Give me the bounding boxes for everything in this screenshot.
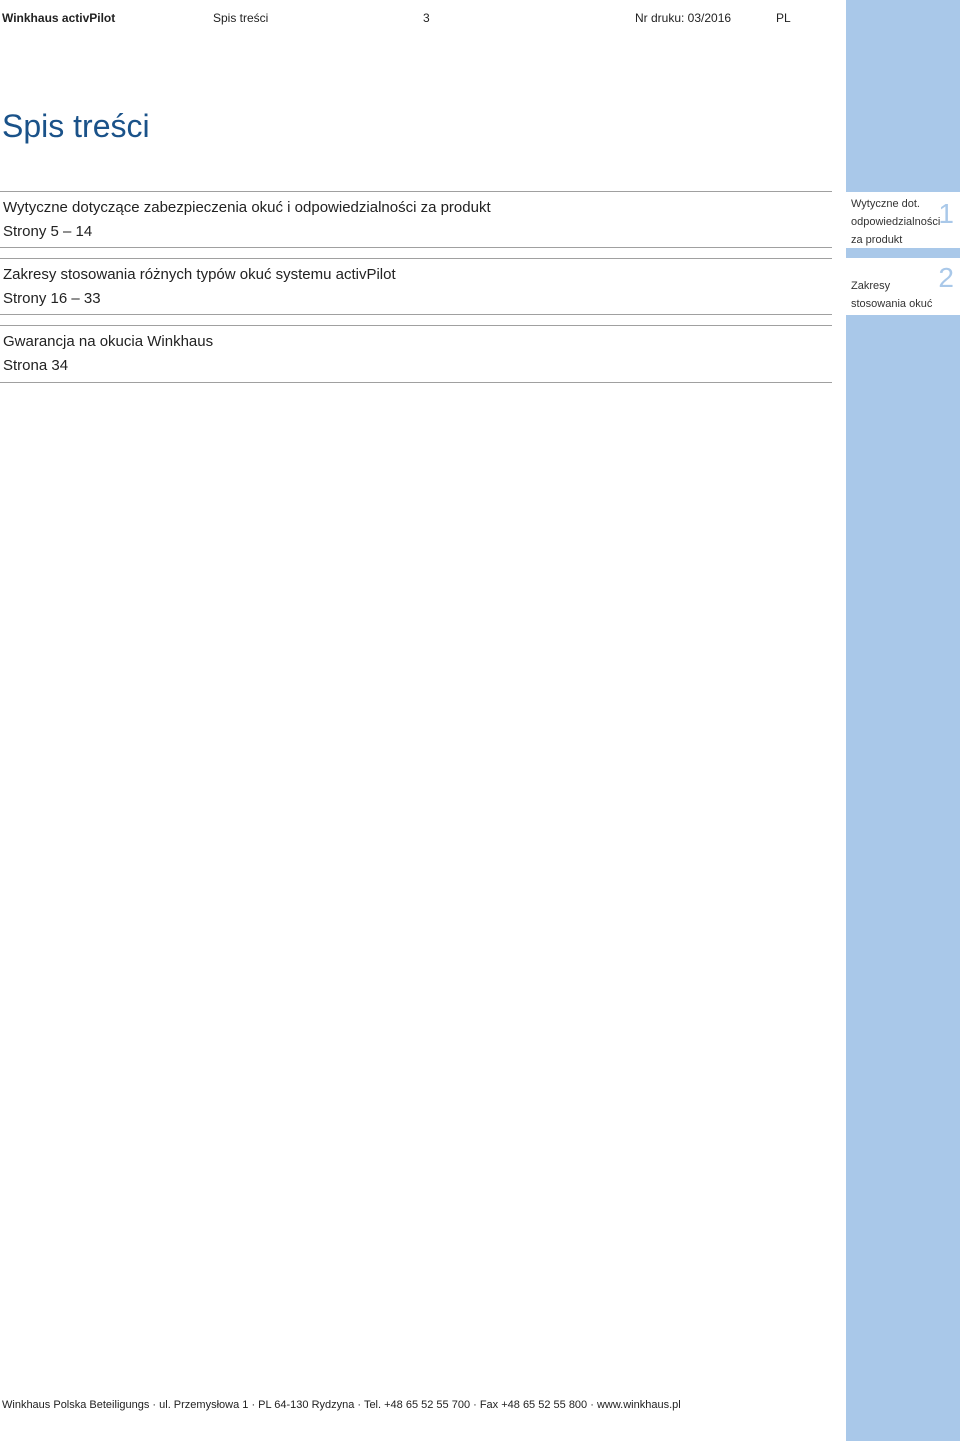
toc-entry-title: Zakresy stosowania różnych typów okuć sy… [3,266,396,283]
side-tab-line: stosowania okuć [851,298,933,310]
header-page-number: 3 [423,11,430,25]
divider [0,191,832,192]
toc-entry-title: Wytyczne dotyczące zabezpieczenia okuć i… [3,199,491,216]
side-tab-line: za produkt [851,234,903,246]
header-section: Spis treści [213,11,269,25]
side-tab-number: 1 [938,198,954,229]
side-tab-label: Zakresy stosowania okuć [851,277,932,313]
toc-entry-pages: Strony 16 – 33 [3,290,101,307]
side-tab-label: Wytyczne dot. odpowiedzialności za produ… [851,195,940,249]
page-title: Spis treści [2,108,150,144]
side-tab-line: Wytyczne dot. [851,198,920,210]
divider [0,325,832,326]
header-language: PL [776,11,791,25]
divider [0,258,832,259]
toc-entry-title: Gwarancja na okucia Winkhaus [3,333,214,350]
side-tab-1[interactable]: Wytyczne dot. odpowiedzialności za produ… [846,192,960,248]
toc-entry-pages: Strona 34 [3,357,69,374]
side-tab-number: 2 [938,262,954,293]
side-tab-2[interactable]: Zakresy stosowania okuć 2 [846,258,960,315]
toc-entry[interactable]: Zakresy stosowania różnych typów okuć sy… [0,258,832,315]
header-print-number: Nr druku: 03/2016 [635,11,732,25]
header-brand: Winkhaus activPilot [2,11,116,25]
footer-address: Winkhaus Polska Beteiligungs · ul. Przem… [2,1399,681,1411]
divider [0,382,832,383]
divider [0,247,832,248]
divider [0,314,832,315]
side-tab-line: Zakresy [851,280,891,292]
side-tab-line: odpowiedzialności [851,216,941,228]
toc-entry[interactable]: Gwarancja na okucia Winkhaus Strona 34 [0,325,832,383]
toc-entry[interactable]: Wytyczne dotyczące zabezpieczenia okuć i… [0,191,832,248]
toc-entry-pages: Strony 5 – 14 [3,223,93,240]
